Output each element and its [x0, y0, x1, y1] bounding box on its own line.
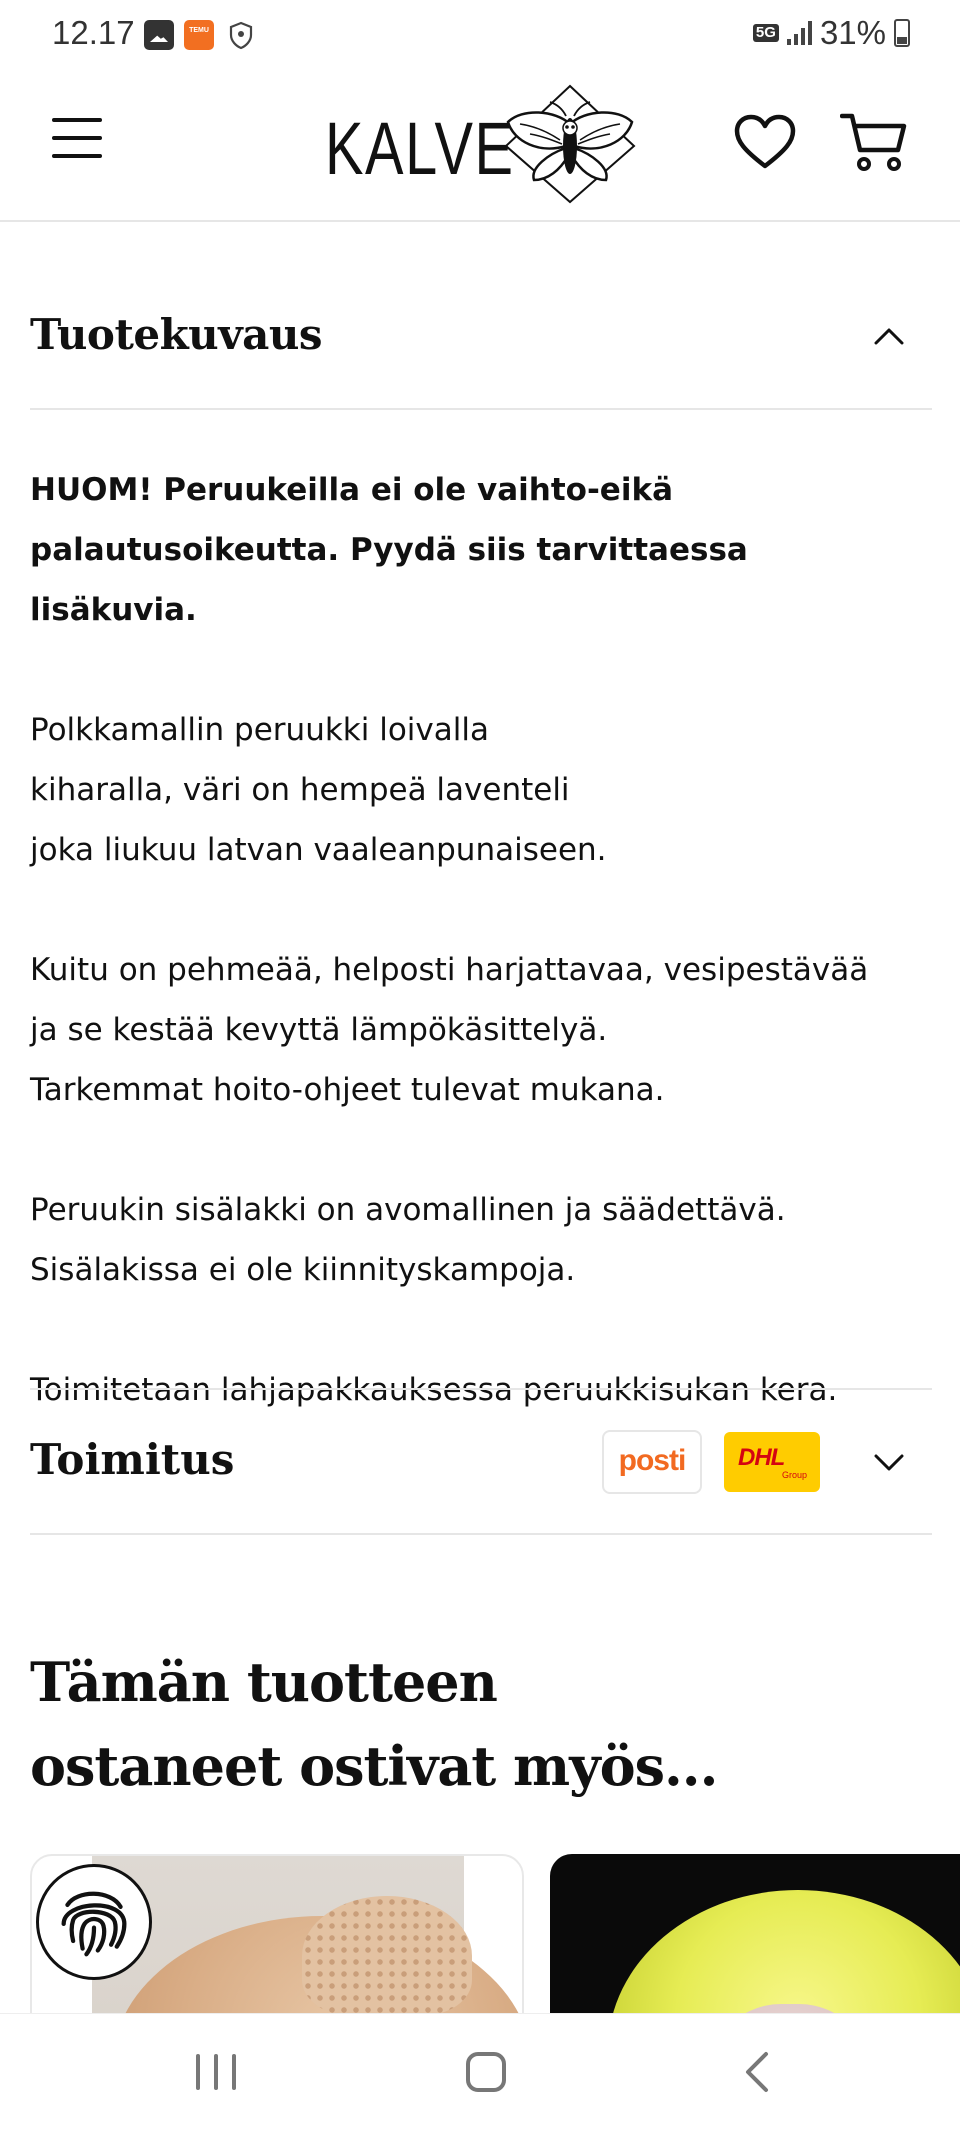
divider	[30, 408, 932, 410]
network-badge: 5G	[752, 24, 779, 42]
divider	[30, 1388, 932, 1390]
temu-badge: TEMU	[189, 27, 209, 34]
gallery-icon	[144, 20, 174, 50]
battery-icon	[894, 19, 910, 47]
description-paragraph: Kuitu on pehmeää, helposti harjattavaa, …	[30, 940, 940, 1120]
description-paragraph: Polkkamallin peruukki loivalla kiharalla…	[30, 700, 940, 880]
system-nav-bar	[0, 2013, 960, 2133]
shield-icon	[229, 21, 253, 50]
dhl-logo: DHL Group	[724, 1432, 820, 1492]
status-time: 12.17	[52, 14, 135, 51]
description-paragraph: Toimitetaan lahjapakkauksessa peruukkisu…	[30, 1360, 940, 1420]
related-heading-line: ostaneet ostivat myös...	[30, 1734, 718, 1798]
description-line: joka liukuu latvan vaaleanpunaiseen.	[30, 832, 607, 868]
shipping-heading[interactable]: Toimitus	[30, 1435, 234, 1484]
dhl-logo-text: DHL	[738, 1444, 785, 1471]
status-right: 5G 31%	[752, 14, 910, 52]
back-icon[interactable]	[740, 2050, 776, 2094]
fingerprint-icon[interactable]	[36, 1864, 152, 1980]
description-line: Polkkamallin peruukki loivalla	[30, 712, 489, 748]
cart-icon[interactable]	[840, 110, 908, 174]
battery-percent: 31%	[819, 14, 886, 51]
return-warning: HUOM! Peruukeilla ei ole vaihto-eikä pal…	[30, 472, 748, 628]
description-line: Tarkemmat hoito-ohjeet tulevat mukana.	[30, 1072, 665, 1108]
temu-icon: TEMU	[184, 20, 214, 50]
description-line: Sisälakissa ei ole kiinnityskampoja.	[30, 1252, 576, 1288]
description-line: Kuitu on pehmeää, helposti harjattavaa, …	[30, 952, 869, 988]
status-bar: 12.17 TEMU 5G 31%	[0, 0, 960, 70]
description-line: ja se kestää kevyttä lämpökäsittelyä.	[30, 1012, 608, 1048]
signal-icon	[786, 21, 812, 45]
wig-cap-band	[302, 1896, 472, 2016]
recents-icon[interactable]	[196, 2054, 236, 2090]
site-header: KALVE	[0, 70, 960, 222]
home-icon[interactable]	[466, 2052, 506, 2092]
dhl-group-text: Group	[782, 1470, 808, 1480]
menu-icon[interactable]	[52, 118, 102, 162]
divider	[30, 1533, 932, 1535]
posti-logo: posti	[602, 1430, 702, 1494]
product-description: HUOM! Peruukeilla ei ole vaihto-eikä pal…	[30, 460, 940, 1420]
description-line: kiharalla, väri on hempeä laventeli	[30, 772, 570, 808]
description-line: Toimitetaan lahjapakkauksessa peruukkisu…	[30, 1372, 838, 1408]
chevron-down-icon[interactable]	[866, 1442, 912, 1482]
related-heading-line: Tämän tuotteen	[30, 1650, 498, 1714]
chevron-up-icon[interactable]	[866, 316, 912, 356]
description-line: Peruukin sisälakki on avomallinen ja sää…	[30, 1192, 786, 1228]
logo-text: KALVE	[325, 107, 515, 190]
description-heading[interactable]: Tuotekuvaus	[30, 310, 323, 359]
description-paragraph: Peruukin sisälakki on avomallinen ja sää…	[30, 1180, 940, 1300]
related-heading: Tämän tuotteen ostaneet ostivat myös...	[30, 1640, 718, 1808]
heart-icon[interactable]	[734, 114, 796, 170]
moth-logo-icon	[504, 84, 636, 204]
site-logo[interactable]: KALVE	[325, 84, 645, 204]
